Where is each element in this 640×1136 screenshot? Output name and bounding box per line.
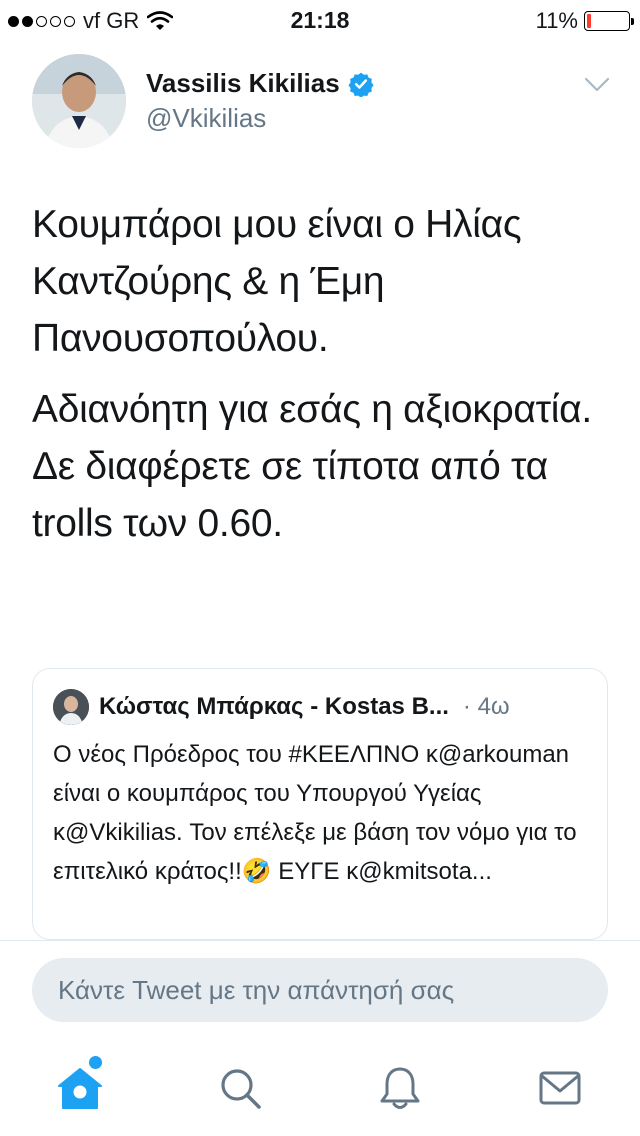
author-handle: @Vkikilias (146, 103, 267, 133)
tweet-paragraph: Κουμπάροι μου είναι ο Ηλίας Καντζούρης &… (32, 203, 522, 360)
tweet-paragraph: Δε διαφέρετε σε τίποτα από τα trolls των… (32, 445, 548, 545)
status-bar: vf GR 21:18 11% (0, 0, 640, 40)
quoted-author-avatar (53, 689, 89, 725)
quoted-tweet-header: Κώστας Μπάρκας - Kostas B... · 4ω (53, 685, 587, 729)
quoted-tweet-text: Ο νέος Πρόεδρος του #ΚΕΕΛΠΝΟ κ@arkouman … (53, 741, 577, 885)
tweet-text: Κουμπάροι μου είναι ο Ηλίας Καντζούρης &… (32, 196, 620, 552)
divider (0, 940, 640, 941)
home-icon (58, 1068, 102, 1109)
reply-input[interactable]: Κάντε Tweet με την απάντησή σας (32, 958, 608, 1022)
tweet-header: Vassilis Kikilias @Vkikilias (32, 52, 620, 148)
search-icon (221, 1069, 261, 1109)
author-avatar[interactable] (32, 54, 126, 148)
quoted-tweet[interactable]: Κώστας Μπάρκας - Kostas B... · 4ω Ο νέος… (32, 668, 608, 940)
quoted-tweet-time: · 4ω (462, 693, 510, 720)
messages-icon (539, 1071, 581, 1105)
battery-percent: 11% (535, 8, 578, 33)
quoted-author-name: Κώστας Μπάρκας - Kostas B... (99, 693, 449, 720)
battery-level (587, 14, 592, 28)
author-info[interactable]: Vassilis Kikilias @Vkikilias (146, 68, 374, 134)
battery-icon (584, 11, 634, 31)
notifications-icon (380, 1067, 420, 1109)
tab-messages[interactable] (536, 1064, 584, 1112)
author-name: Vassilis Kikilias (146, 68, 340, 98)
tweet-paragraph: Αδιανόητη για εσάς η αξιοκρατία. (32, 388, 592, 431)
chevron-down-icon[interactable] (584, 76, 610, 94)
tab-notifications[interactable] (376, 1064, 424, 1112)
verified-badge-icon (348, 72, 374, 97)
author-name-row: Vassilis Kikilias (146, 68, 374, 99)
new-content-dot (89, 1056, 102, 1069)
battery-area: 11% (535, 8, 634, 34)
tab-search[interactable] (216, 1064, 264, 1112)
tab-bar (0, 1040, 640, 1136)
tab-home[interactable] (56, 1056, 104, 1112)
